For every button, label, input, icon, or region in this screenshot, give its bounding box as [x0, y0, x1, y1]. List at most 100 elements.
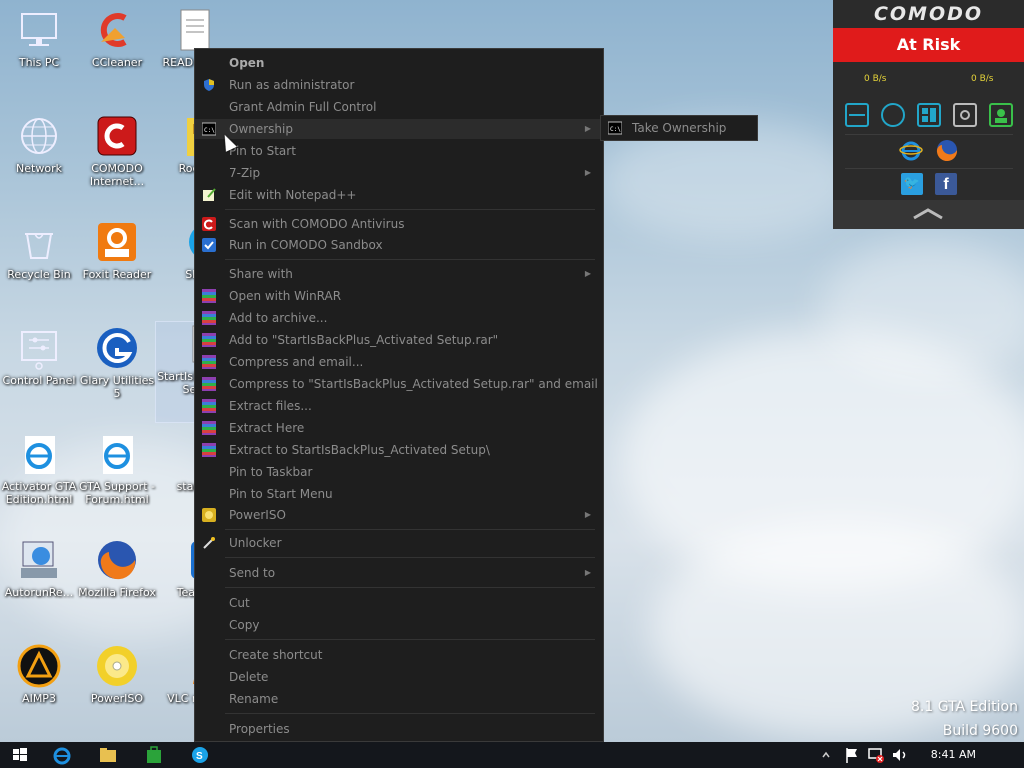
skype-icon[interactable]: S	[190, 745, 210, 765]
download-rate: 0 B/s	[864, 74, 887, 84]
notepad-icon	[202, 188, 216, 202]
settings-icon[interactable]	[953, 103, 977, 127]
menu-item-run-as-administrator[interactable]: Run as administrator	[195, 75, 603, 95]
menu-item-pin-to-start[interactable]: Pin to Start	[195, 141, 603, 161]
svg-text:S: S	[196, 751, 203, 762]
sandbox-icon	[202, 238, 216, 252]
menu-item-extract-to-folder[interactable]: Extract to StartIsBackPlus_Activated Set…	[195, 440, 603, 460]
desktop-icon-activator-gta[interactable]: Activator GTA Edition.html	[0, 432, 78, 506]
desktop-icon-poweriso[interactable]: PowerISO	[78, 644, 156, 705]
twitter-icon[interactable]: 🐦	[901, 173, 923, 195]
store-icon[interactable]	[144, 745, 164, 765]
svg-text:C:\: C:\	[204, 127, 215, 134]
menu-item-pin-to-start-menu[interactable]: Pin to Start Menu	[195, 484, 603, 504]
desktop-icon-label: Network	[16, 162, 62, 175]
internet-explorer-icon[interactable]	[52, 745, 72, 765]
chevron-right-icon: ▶	[584, 510, 591, 519]
menu-item-scan-with-comodo[interactable]: Scan with COMODO Antivirus	[195, 214, 603, 234]
volume-icon[interactable]	[890, 745, 910, 765]
flag-icon[interactable]	[842, 745, 862, 765]
ccleaner-icon	[95, 8, 139, 52]
menu-item-create-shortcut[interactable]: Create shortcut	[195, 645, 603, 665]
desktop-icon-label: AutorunRe...	[4, 586, 74, 599]
menu-item-add-to-archive[interactable]: Add to archive...	[195, 308, 603, 328]
menu-item-pin-to-taskbar[interactable]: Pin to Taskbar	[195, 462, 603, 482]
support-icon[interactable]	[989, 103, 1013, 127]
network-error-icon[interactable]	[866, 745, 886, 765]
menu-item-poweriso[interactable]: PowerISO ▶	[195, 505, 603, 525]
desktop-icon-mozilla-firefox[interactable]: Mozilla Firefox	[78, 538, 156, 599]
status-badge[interactable]: At Risk	[833, 28, 1024, 62]
desktop-icon-glary-utilities[interactable]: Glary Utilities 5	[78, 326, 156, 400]
winrar-icon	[202, 355, 216, 369]
desktop-icon-label: Control Panel	[2, 374, 76, 387]
collapse-chevron-up-icon[interactable]	[833, 200, 1024, 229]
command-prompt-icon: C:\	[607, 121, 623, 135]
menu-separator	[225, 529, 595, 530]
desktop-icon-label: Recycle Bin	[7, 268, 71, 281]
desktop-icon-gta-support[interactable]: GTA Support - Forum.html	[78, 432, 156, 506]
facebook-icon[interactable]: f	[935, 173, 957, 195]
desktop-icon-label: COMODO Internet...	[89, 162, 145, 188]
taskbar-clock[interactable]: 8:41 AM	[931, 748, 976, 761]
context-menu: Open Run as administrator Grant Admin Fu…	[194, 48, 604, 742]
desktop-icon-this-pc[interactable]: This PC	[0, 8, 78, 69]
menu-item-7zip[interactable]: 7-Zip ▶	[195, 163, 603, 183]
desktop-icon-label: AIMP3	[22, 692, 56, 705]
dashboard-icon[interactable]	[917, 103, 941, 127]
internet-explorer-icon	[17, 432, 61, 476]
menu-item-rename[interactable]: Rename	[195, 689, 603, 709]
menu-item-edit-with-notepad[interactable]: Edit with Notepad++	[195, 185, 603, 205]
desktop-icon-aimp3[interactable]: AIMP3	[0, 644, 78, 705]
internet-explorer-icon[interactable]	[899, 138, 923, 166]
desktop-icon-label: CCleaner	[91, 56, 143, 69]
upload-rate: 0 B/s	[971, 74, 994, 84]
menu-item-open-with-winrar[interactable]: Open with WinRAR	[195, 286, 603, 306]
chevron-right-icon: ▶	[584, 168, 591, 177]
menu-item-open[interactable]: Open	[195, 53, 603, 73]
desktop-icon-control-panel[interactable]: Control Panel	[0, 326, 78, 387]
menu-item-delete[interactable]: Delete	[195, 667, 603, 687]
desktop-icon-network[interactable]: Network	[0, 114, 78, 175]
desktop-icon-label: Activator GTA Edition.html	[1, 480, 77, 506]
chevron-up-icon[interactable]	[820, 745, 832, 765]
recycle-bin-icon	[17, 220, 61, 264]
menu-separator	[225, 587, 595, 588]
desktop-icon-recycle-bin[interactable]: Recycle Bin	[0, 220, 78, 281]
start-button[interactable]	[10, 745, 30, 765]
menu-item-grant-admin-full-control[interactable]: Grant Admin Full Control	[195, 97, 603, 117]
edition-watermark: 8.1 GTA Edition	[911, 699, 1018, 715]
glary-icon	[95, 326, 139, 370]
menu-item-add-to-rar[interactable]: Add to "StartIsBackPlus_Activated Setup.…	[195, 330, 603, 350]
firefox-icon	[95, 538, 139, 582]
menu-item-extract-here[interactable]: Extract Here	[195, 418, 603, 438]
menu-item-compress-to-rar-and-email[interactable]: Compress to "StartIsBackPlus_Activated S…	[195, 374, 603, 394]
desktop-icon-comodo-internet[interactable]: COMODO Internet...	[78, 114, 156, 188]
menu-item-take-ownership[interactable]: C:\ Take Ownership	[601, 118, 757, 138]
menu-item-properties[interactable]: Properties	[195, 719, 603, 739]
internet-explorer-icon	[95, 432, 139, 476]
menu-item-send-to[interactable]: Send to ▶	[195, 563, 603, 583]
menu-separator	[225, 209, 595, 210]
file-explorer-icon[interactable]	[98, 745, 118, 765]
winrar-icon	[202, 443, 216, 457]
taskbar: S 8:41 AM	[0, 742, 1024, 768]
menu-item-share-with[interactable]: Share with ▶	[195, 264, 603, 284]
menu-item-cut[interactable]: Cut	[195, 593, 603, 613]
build-watermark: Build 9600	[942, 723, 1018, 739]
menu-item-run-in-comodo-sandbox[interactable]: Run in COMODO Sandbox	[195, 235, 603, 255]
comodo-icon	[202, 217, 216, 231]
menu-item-extract-files[interactable]: Extract files...	[195, 396, 603, 416]
menu-item-copy[interactable]: Copy	[195, 615, 603, 635]
desktop-icon-foxit-reader[interactable]: Foxit Reader	[78, 220, 156, 281]
desktop-icon-label: Mozilla Firefox	[78, 586, 156, 599]
tasks-icon[interactable]	[845, 103, 869, 127]
desktop-icon-ccleaner[interactable]: CCleaner	[78, 8, 156, 69]
update-icon[interactable]	[881, 103, 905, 127]
menu-item-compress-and-email[interactable]: Compress and email...	[195, 352, 603, 372]
desktop-icon-autorunre[interactable]: AutorunRe...	[0, 538, 78, 599]
menu-separator	[225, 557, 595, 558]
menu-item-unlocker[interactable]: Unlocker	[195, 533, 603, 553]
menu-item-ownership[interactable]: C:\ Ownership ▶	[195, 119, 603, 139]
firefox-icon[interactable]	[935, 138, 959, 166]
